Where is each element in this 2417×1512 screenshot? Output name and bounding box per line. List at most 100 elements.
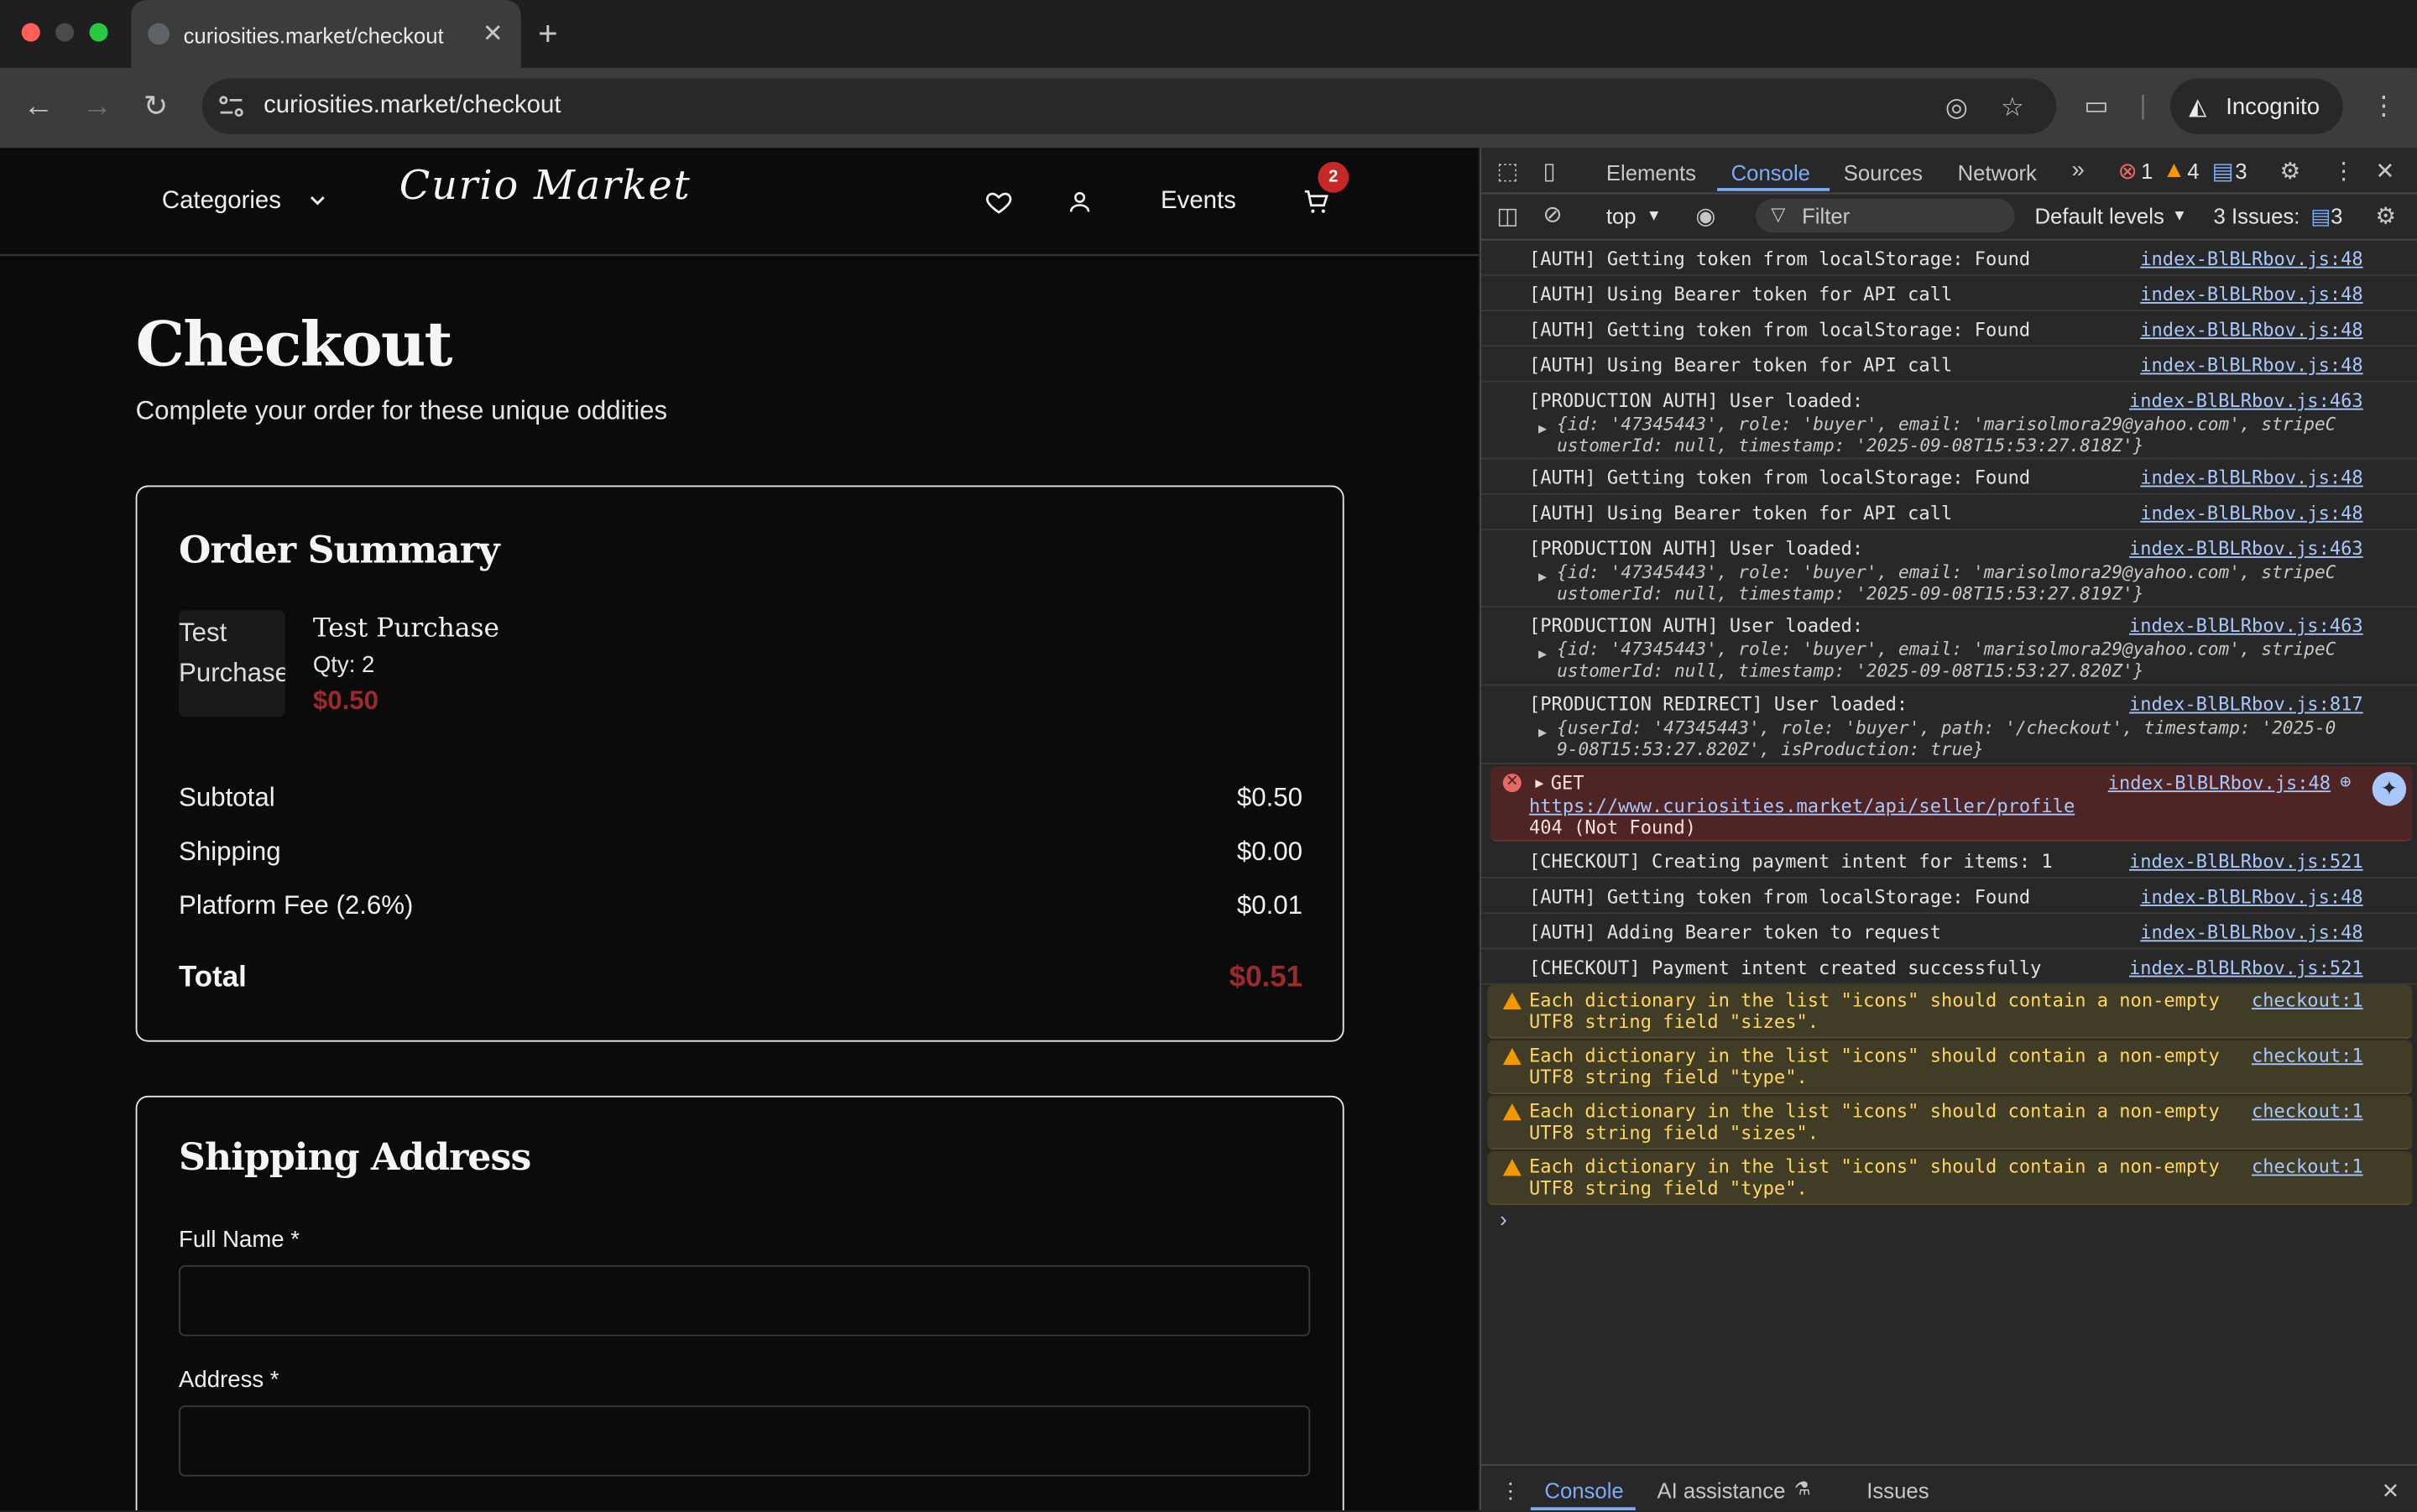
events-link[interactable]: Events [1161,188,1236,216]
log-object-preview[interactable]: 9-08T15:53:27.820Z', isProduction: true} [1557,738,1984,760]
issues-label[interactable]: 3 Issues: [2214,203,2300,227]
ai-explain-icon[interactable]: ✦ [2372,772,2407,806]
expand-triangle-icon[interactable]: ▶ [1538,722,1547,744]
context-dropdown-icon[interactable]: ▼ [1647,208,1662,225]
log-source-link[interactable]: index-BlBLRbov.js:48 [2140,284,2362,305]
log-source-link[interactable]: index-BlBLRbov.js:48 [2140,467,2362,489]
log-message: [PRODUCTION AUTH] User loaded: [1529,614,1864,637]
close-drawer-icon[interactable]: ✕ [2382,1478,2400,1504]
log-object-preview[interactable]: ustomerId: null, timestamp: '2025-09-08T… [1557,582,2143,604]
log-source-link[interactable]: checkout:1 [2252,1100,2363,1122]
log-message: [AUTH] Getting token from localStorage: … [1529,886,2031,908]
tab-network[interactable]: Network [1958,160,2037,185]
maximize-window-button[interactable] [89,23,108,42]
site-info-icon[interactable] [217,92,245,120]
log-source-link[interactable]: index-BlBLRbov.js:463 [2129,390,2363,412]
log-source-link[interactable]: index-BlBLRbov.js:817 [2129,694,2363,716]
drawer-tab-issues[interactable]: Issues [1866,1478,1929,1502]
log-source-link[interactable]: index-BlBLRbov.js:463 [2129,538,2363,560]
log-source-link[interactable]: index-BlBLRbov.js:48 [2140,886,2362,908]
log-source-link[interactable]: index-BlBLRbov.js:48 [2108,772,2331,794]
item-price: $0.50 [312,686,378,716]
log-object-preview[interactable]: {id: '47345443', role: 'buyer', email: '… [1557,638,2336,660]
log-message: [AUTH] Using Bearer token for API call [1529,502,1953,524]
console-prompt-icon[interactable]: › [1500,1207,1507,1231]
devtools-menu-icon[interactable]: ⋮ [2332,157,2356,185]
log-source-link[interactable]: index-BlBLRbov.js:48 [2140,354,2362,376]
incognito-button[interactable]: ◭ Incognito [2170,78,2343,134]
log-object-preview[interactable]: {userId: '47345443', role: 'buyer', path… [1557,717,2336,738]
console-filter-input[interactable]: ▽ Filter [1756,198,2015,233]
drawer-tab-console[interactable]: Console [1544,1478,1623,1502]
console-settings-icon[interactable]: ⚙ [2375,202,2396,229]
log-message: [AUTH] Getting token from localStorage: … [1529,319,2031,341]
log-object-preview[interactable]: ustomerId: null, timestamp: '2025-09-08T… [1557,435,2143,456]
drawer-tab-ai-assistance[interactable]: AI assistance [1657,1478,1785,1502]
issues-count[interactable]: 3 [2331,203,2342,227]
browser-tab[interactable]: curiosities.market/checkout ✕ [131,0,521,68]
expand-triangle-icon[interactable]: ▶ [1535,774,1543,795]
warning-count[interactable]: 4 [2187,159,2199,183]
minimize-window-button[interactable] [55,23,75,42]
log-source-link[interactable]: index-BlBLRbov.js:463 [2129,615,2363,637]
sidebar-toggle-icon[interactable]: ◫ [1496,202,1518,229]
log-levels-dropdown[interactable]: Default levels [2034,203,2164,227]
settings-gear-icon[interactable]: ⚙ [2279,157,2300,185]
close-tab-icon[interactable]: ✕ [483,18,504,50]
error-request-url[interactable]: https://www.curiosities.market/api/selle… [1529,795,2075,817]
tab-sources[interactable]: Sources [1844,160,1923,185]
log-object-preview[interactable]: {id: '47345443', role: 'buyer', email: '… [1557,413,2336,435]
log-source-link[interactable]: checkout:1 [2252,1045,2363,1066]
forward-icon[interactable]: → [81,90,112,125]
log-source-link[interactable]: index-BlBLRbov.js:48 [2140,503,2362,524]
network-request-icon[interactable]: ⊕ [2340,770,2351,792]
close-window-button[interactable] [21,23,40,42]
error-count-icon[interactable]: ⊗ [2118,157,2138,185]
address-bar[interactable]: curiosities.market/checkout ◎ ☆ [201,78,2057,134]
inspect-element-icon[interactable]: ⬚ [1496,157,1518,185]
context-selector[interactable]: top [1606,203,1637,227]
close-devtools-icon[interactable]: ✕ [2375,157,2394,185]
heart-icon[interactable] [985,188,1013,216]
full-name-input[interactable] [179,1264,1311,1337]
browser-toolbar: ← → ↻ curiosities.market/checkout ◎ ☆ ▭ … [0,67,2417,149]
log-object-preview[interactable]: ustomerId: null, timestamp: '2025-09-08T… [1557,660,2143,681]
log-source-link[interactable]: index-BlBLRbov.js:48 [2140,248,2362,270]
more-tabs-icon[interactable]: » [2072,157,2085,183]
expand-triangle-icon[interactable]: ▶ [1538,420,1547,441]
error-count[interactable]: 1 [2141,159,2153,183]
site-logo[interactable]: Curio Market [399,164,692,210]
live-expression-eye-icon[interactable]: ◉ [1695,202,1715,229]
tab-elements[interactable]: Elements [1606,160,1696,185]
log-object-preview[interactable]: {id: '47345443', role: 'buyer', email: '… [1557,561,2336,583]
log-message: [AUTH] Adding Bearer token to request [1529,921,1941,944]
log-source-link[interactable]: checkout:1 [2252,989,2363,1011]
reload-icon[interactable]: ↻ [144,90,168,125]
cast-icon[interactable]: ▭ [2084,91,2109,122]
expand-triangle-icon[interactable]: ▶ [1538,567,1547,589]
new-tab-icon[interactable]: + [538,14,558,55]
bookmark-star-icon[interactable]: ☆ [2001,92,2024,123]
warning-count-icon[interactable]: ▲ [2163,157,2185,183]
expand-triangle-icon[interactable]: ▶ [1538,644,1547,666]
log-source-link[interactable]: index-BlBLRbov.js:521 [2129,957,2363,979]
cart-icon[interactable] [1302,188,1330,216]
message-count-icon[interactable]: ▤ [2212,157,2234,185]
user-icon[interactable] [1067,188,1093,216]
tab-console[interactable]: Console [1731,160,1810,185]
log-source-link[interactable]: index-BlBLRbov.js:521 [2129,851,2363,873]
log-message: [CHECKOUT] Creating payment intent for i… [1529,850,2053,873]
address-input[interactable] [179,1405,1311,1477]
eye-off-icon[interactable]: ◎ [1945,92,1968,123]
drawer-menu-icon[interactable]: ⋮ [1500,1478,1522,1504]
browser-menu-icon[interactable]: ⋮ [2371,91,2397,122]
categories-menu[interactable]: Categories [162,188,281,216]
clear-console-icon[interactable]: ⊘ [1543,201,1563,228]
log-source-link[interactable]: index-BlBLRbov.js:48 [2140,319,2362,341]
log-source-link[interactable]: checkout:1 [2252,1156,2363,1178]
message-count[interactable]: 3 [2235,159,2247,183]
back-icon[interactable]: ← [23,90,55,125]
incognito-icon: ◭ [2189,94,2207,121]
device-toolbar-icon[interactable]: ▯ [1543,157,1556,185]
log-source-link[interactable]: index-BlBLRbov.js:48 [2140,921,2362,943]
